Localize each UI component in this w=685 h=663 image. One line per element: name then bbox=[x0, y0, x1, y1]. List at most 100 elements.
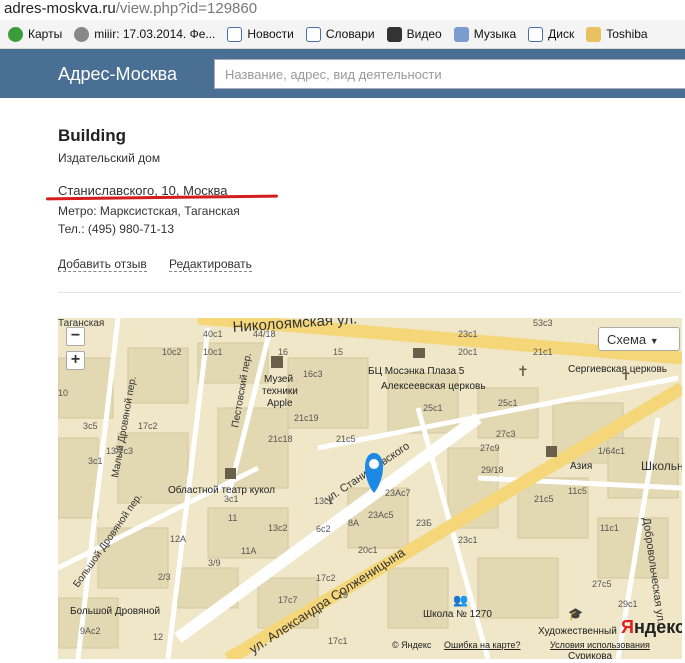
add-review-link[interactable]: Добавить отзыв bbox=[58, 257, 147, 272]
map-type-select[interactable]: Схема ▼ bbox=[598, 327, 680, 351]
svg-text:13c1: 13c1 bbox=[314, 496, 334, 506]
svg-text:13c2: 13c2 bbox=[268, 523, 288, 533]
organization-phone: Тел.: (495) 980-71-13 bbox=[58, 222, 174, 236]
svg-text:3/9: 3/9 bbox=[208, 558, 221, 568]
zoom-out-button[interactable]: − bbox=[66, 327, 85, 346]
bookmark-toshiba[interactable]: Toshiba bbox=[586, 26, 648, 42]
folder-icon bbox=[586, 26, 602, 42]
svg-text:15: 15 bbox=[333, 347, 343, 357]
maps-icon bbox=[8, 26, 23, 42]
svg-text:9Ac2: 9Ac2 bbox=[80, 626, 101, 636]
svg-text:1/64c1: 1/64c1 bbox=[598, 446, 625, 456]
organization-type: Издательский дом bbox=[58, 151, 161, 165]
svg-text:19: 19 bbox=[338, 590, 348, 600]
svg-text:13/7c3: 13/7c3 bbox=[106, 446, 133, 456]
map[interactable]: Николоямская ул. ул. Станиславского ул. … bbox=[58, 318, 682, 659]
bookmark-news[interactable]: Новости bbox=[227, 26, 294, 42]
divider bbox=[58, 292, 681, 293]
svg-text:23Ac5: 23Ac5 bbox=[368, 510, 394, 520]
yandex-logo: Яндекс bbox=[621, 617, 682, 637]
svg-text:27c9: 27c9 bbox=[480, 443, 500, 453]
dictionary-icon bbox=[305, 26, 321, 42]
svg-text:29c1: 29c1 bbox=[618, 599, 638, 609]
svg-text:17c7: 17c7 bbox=[278, 595, 298, 605]
svg-text:20c1: 20c1 bbox=[458, 347, 478, 357]
svg-text:6c2: 6c2 bbox=[316, 524, 331, 534]
svg-text:23c1: 23c1 bbox=[458, 329, 478, 339]
church-icon: ✝ bbox=[620, 367, 632, 383]
svg-text:53c3: 53c3 bbox=[533, 318, 553, 328]
svg-text:27c5: 27c5 bbox=[592, 579, 612, 589]
site-logo[interactable]: Адрес-Москва bbox=[58, 64, 177, 85]
svg-text:11: 11 bbox=[228, 513, 237, 523]
svg-text:21c5: 21c5 bbox=[534, 494, 554, 504]
edit-link[interactable]: Редактировать bbox=[169, 257, 252, 272]
zoom-in-button[interactable]: + bbox=[66, 351, 85, 370]
place-label: Большой Дровяной bbox=[70, 606, 160, 617]
theatre-icon bbox=[225, 468, 236, 479]
bookmarks-bar: Карты miiir: 17.03.2014. Фе... Новости С… bbox=[0, 20, 685, 49]
svg-text:12A: 12A bbox=[170, 534, 186, 544]
place-label: Школа № 1270 bbox=[423, 609, 492, 620]
organization-metro: Метро: Марксистская, Таганская bbox=[58, 204, 240, 218]
music-icon bbox=[453, 26, 469, 42]
svg-text:23Б: 23Б bbox=[416, 518, 432, 528]
svg-text:25c1: 25c1 bbox=[498, 398, 518, 408]
news-icon bbox=[227, 26, 243, 42]
video-icon bbox=[386, 26, 402, 42]
svg-text:10c2: 10c2 bbox=[162, 347, 182, 357]
svg-text:8A: 8A bbox=[348, 518, 359, 528]
map-terms-link[interactable]: Условия использования bbox=[550, 640, 650, 650]
svg-text:17c2: 17c2 bbox=[138, 421, 158, 431]
shop-icon bbox=[546, 446, 557, 457]
church-icon: ✝ bbox=[517, 363, 529, 379]
place-label: техники bbox=[262, 386, 298, 397]
svg-text:10c1: 10c1 bbox=[203, 347, 223, 357]
svg-text:16c3: 16c3 bbox=[303, 369, 323, 379]
address-bar[interactable]: adres-moskva.ru/view.php?id=129860 bbox=[0, 0, 685, 20]
place-label: Художественный bbox=[538, 626, 617, 637]
street-label: Школьная bbox=[641, 459, 682, 473]
bookmark-disk[interactable]: Диск bbox=[528, 26, 574, 42]
school-icon: 👥 bbox=[453, 593, 468, 607]
svg-text:44/18: 44/18 bbox=[253, 329, 276, 339]
place-label: Сергиевская церковь bbox=[568, 364, 667, 375]
svg-text:3c1: 3c1 bbox=[224, 494, 239, 504]
place-label: Алексеевская церковь bbox=[381, 381, 486, 392]
svg-text:21c1: 21c1 bbox=[533, 347, 553, 357]
svg-text:25c1: 25c1 bbox=[423, 403, 443, 413]
svg-text:17c1: 17c1 bbox=[328, 636, 348, 646]
svg-text:17c2: 17c2 bbox=[316, 573, 336, 583]
map-copyright: © Яндекс bbox=[392, 640, 432, 650]
place-label: Сурикова bbox=[568, 651, 613, 659]
bookmark-maps[interactable]: Карты bbox=[8, 26, 62, 42]
organization-name: Building bbox=[58, 126, 126, 145]
place-label: Apple bbox=[267, 398, 293, 409]
museum-icon bbox=[271, 356, 283, 368]
bookmark-video[interactable]: Видео bbox=[386, 26, 442, 42]
place-label: Музей bbox=[264, 374, 293, 385]
search-input[interactable]: Название, адрес, вид деятельности bbox=[214, 59, 685, 89]
svg-text:3c1: 3c1 bbox=[88, 456, 103, 466]
map-canvas[interactable]: Николоямская ул. ул. Станиславского ул. … bbox=[58, 318, 682, 659]
place-label: Областной театр кукол bbox=[168, 484, 275, 496]
url-domain: adres-moskva.ru bbox=[4, 0, 116, 17]
bookmark-dictionary[interactable]: Словари bbox=[305, 26, 375, 42]
building-icon bbox=[413, 348, 425, 358]
bookmark-miiir[interactable]: miiir: 17.03.2014. Фе... bbox=[74, 26, 215, 42]
svg-text:2/3: 2/3 bbox=[158, 572, 171, 582]
place-label: Азия bbox=[570, 461, 592, 472]
map-type-label: Схема bbox=[607, 332, 647, 347]
svg-text:27c3: 27c3 bbox=[496, 429, 516, 439]
svg-text:23c1: 23c1 bbox=[458, 535, 478, 545]
svg-text:10: 10 bbox=[58, 388, 68, 398]
bookmark-music[interactable]: Музыка bbox=[453, 26, 516, 42]
url-path: /view.php?id=129860 bbox=[115, 0, 258, 17]
svg-text:23Ac7: 23Ac7 bbox=[385, 488, 411, 498]
chevron-down-icon: ▼ bbox=[649, 336, 659, 346]
map-error-link[interactable]: Ошибка на карте? bbox=[444, 640, 521, 650]
site-header: Адрес-Москва Название, адрес, вид деятел… bbox=[0, 49, 685, 98]
svg-text:16: 16 bbox=[278, 347, 288, 357]
svg-text:3c5: 3c5 bbox=[83, 421, 98, 431]
svg-text:11c1: 11c1 bbox=[600, 523, 619, 533]
